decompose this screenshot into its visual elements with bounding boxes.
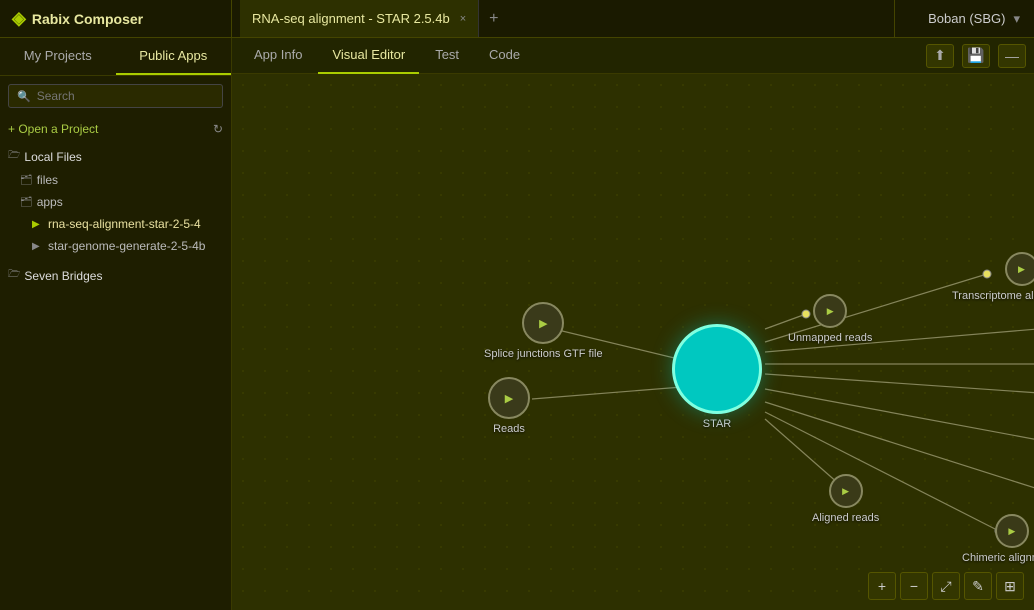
visual-editor-canvas[interactable]: STAR ▶ Splice junctions GTF file ▶ Reads…: [232, 74, 1034, 610]
new-tab-button[interactable]: +: [481, 10, 506, 28]
tree-item-seven-bridges[interactable]: 🗁 Seven Bridges: [0, 263, 231, 288]
tree-label: rna-seq-alignment-star-2-5-4: [48, 217, 201, 231]
output-icon: ▶: [1018, 264, 1025, 275]
node-splice-gtf-label: Splice junctions GTF file: [484, 348, 603, 360]
user-area: Boban (SBG) ▾: [894, 0, 1034, 37]
app-logo: ◈ Rabix Composer: [0, 0, 232, 37]
node-transcriptome[interactable]: ▶ Transcriptome aligned reads: [952, 252, 1034, 302]
output-icon: ▶: [1008, 526, 1015, 537]
folder-icon: 🗁: [8, 148, 20, 165]
tree-item-star-genome[interactable]: ▶ star-genome-generate-2-5-4b: [0, 235, 231, 257]
search-icon: 🔍: [17, 90, 31, 103]
active-tab[interactable]: RNA-seq alignment - STAR 2.5.4b ×: [240, 0, 479, 37]
tab-label: RNA-seq alignment - STAR 2.5.4b: [252, 11, 450, 26]
connections-svg: [232, 74, 1034, 610]
folder-icon: 🗂: [20, 175, 33, 186]
node-unmapped-label: Unmapped reads: [788, 332, 872, 344]
user-name: Boban (SBG): [928, 11, 1005, 26]
workflow-icon: ▶: [32, 241, 44, 252]
subtab-app-info[interactable]: App Info: [240, 38, 316, 74]
folder-icon: 🗁: [8, 267, 20, 284]
tree-item-files[interactable]: 🗂 files: [0, 169, 231, 191]
zoom-in-button[interactable]: +: [868, 572, 896, 600]
tab-close-button[interactable]: ×: [460, 13, 466, 25]
tree-label: Local Files: [24, 150, 81, 164]
tree-item-local-files[interactable]: 🗁 Local Files: [0, 144, 231, 169]
tree-label: files: [37, 173, 58, 187]
top-bar: ◈ Rabix Composer RNA-seq alignment - STA…: [0, 0, 1034, 38]
node-unmapped[interactable]: ▶ Unmapped reads: [788, 294, 872, 344]
canvas-toolbar: + − ⤢ ✎ ⊞: [868, 572, 1024, 600]
node-chimeric-align-label: Chimeric alignments: [962, 552, 1034, 564]
search-box[interactable]: 🔍: [8, 84, 223, 108]
node-chimeric-alignments[interactable]: ▶ Chimeric alignments: [962, 514, 1034, 564]
node-star-label: STAR: [703, 418, 732, 430]
tree-item-rna-seq[interactable]: ▶ rna-seq-alignment-star-2-5-4: [0, 213, 231, 235]
file-tree: 🗁 Local Files 🗂 files 🗂 apps ▶ rna-seq-a…: [0, 142, 231, 290]
main-layout: My Projects Public Apps 🔍 + Open a Proje…: [0, 38, 1034, 610]
open-project-button[interactable]: + Open a Project ↻: [0, 116, 231, 142]
node-transcriptome-label: Transcriptome aligned reads: [952, 290, 1034, 302]
app-name: Rabix Composer: [32, 11, 143, 27]
tree-label: star-genome-generate-2-5-4b: [48, 239, 205, 253]
node-star[interactable]: STAR: [672, 324, 762, 430]
search-input[interactable]: [37, 89, 214, 103]
sidebar: My Projects Public Apps 🔍 + Open a Proje…: [0, 38, 232, 610]
grid-button[interactable]: ⊞: [996, 572, 1024, 600]
output-icon: ▶: [827, 306, 834, 317]
output-icon: ▶: [842, 486, 849, 497]
subtab-actions: ⬆ 💾 —: [926, 44, 1026, 68]
edit-button[interactable]: ✎: [964, 572, 992, 600]
tree-label: Seven Bridges: [24, 269, 102, 283]
tree-label: apps: [37, 195, 63, 209]
logo-icon: ◈: [12, 8, 26, 29]
node-splice-gtf[interactable]: ▶ Splice junctions GTF file: [484, 302, 603, 360]
tree-item-apps[interactable]: 🗂 apps: [0, 191, 231, 213]
node-aligned-reads[interactable]: ▶ Aligned reads: [812, 474, 879, 524]
refresh-icon[interactable]: ↻: [213, 122, 223, 136]
node-reads-label: Reads: [493, 423, 525, 435]
tab-my-projects[interactable]: My Projects: [0, 38, 116, 75]
upload-button[interactable]: ⬆: [926, 44, 954, 68]
workflow-icon: ▶: [32, 219, 44, 230]
open-project-label: + Open a Project: [8, 122, 98, 136]
content-area: App Info Visual Editor Test Code ⬆ 💾 —: [232, 38, 1034, 610]
subtab-bar: App Info Visual Editor Test Code ⬆ 💾 —: [232, 38, 1034, 74]
node-aligned-label: Aligned reads: [812, 512, 879, 524]
subtab-visual-editor[interactable]: Visual Editor: [318, 38, 419, 74]
save-button[interactable]: 💾: [962, 44, 990, 68]
folder-icon: 🗂: [20, 197, 33, 208]
chevron-down-icon[interactable]: ▾: [1013, 11, 1020, 27]
node-reads[interactable]: ▶ Reads: [488, 377, 530, 435]
sidebar-tabs: My Projects Public Apps: [0, 38, 231, 76]
fit-button[interactable]: ⤢: [932, 572, 960, 600]
input-icon: ▶: [539, 317, 547, 330]
subtab-code[interactable]: Code: [475, 38, 534, 74]
input-icon: ▶: [505, 392, 513, 405]
subtabs: App Info Visual Editor Test Code: [240, 38, 534, 74]
zoom-out-button[interactable]: −: [900, 572, 928, 600]
tab-public-apps[interactable]: Public Apps: [116, 38, 232, 75]
tab-bar: RNA-seq alignment - STAR 2.5.4b × +: [232, 0, 894, 37]
subtab-test[interactable]: Test: [421, 38, 473, 74]
more-button[interactable]: —: [998, 44, 1026, 68]
